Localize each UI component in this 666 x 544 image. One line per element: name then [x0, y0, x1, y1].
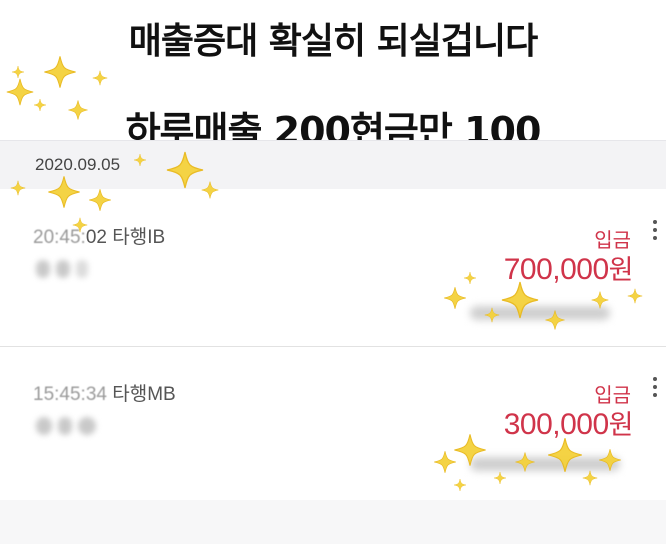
- sparkle-icon: [201, 181, 219, 199]
- sparkle-icon: [591, 291, 609, 309]
- sparkle-icon: [463, 271, 477, 285]
- sparkle-icon: [47, 175, 81, 209]
- sparkle-icon: [133, 153, 147, 167]
- sparkle-icon: [598, 448, 622, 472]
- sparkle-icon: [88, 188, 112, 212]
- sparkle-icon: [627, 288, 643, 304]
- sparkle-icon: [501, 281, 539, 319]
- sparkle-icon: [10, 180, 26, 196]
- sparkle-icon: [11, 65, 25, 79]
- sparkle-icon: [453, 478, 467, 492]
- sparkle-icon: [493, 471, 507, 485]
- sparkle-icon: [33, 98, 47, 112]
- sparkle-icon: [92, 70, 108, 86]
- sparkle-icon: [545, 309, 565, 331]
- sparkle-icon: [582, 470, 598, 486]
- sparkle-icon: [68, 100, 88, 120]
- sparkle-icon: [433, 450, 457, 474]
- sparkle-icon: [166, 151, 204, 189]
- sparkle-icon: [484, 307, 500, 323]
- sparkle-icon: [443, 286, 467, 310]
- sparkle-overlay: [6, 55, 643, 492]
- sparkle-icon: [43, 55, 77, 89]
- sparkle-icon: [72, 217, 88, 233]
- sparkle-icon: [6, 78, 34, 106]
- sparkle-icon: [547, 437, 583, 473]
- sparkle-icon: [453, 433, 487, 467]
- sparkle-icon: [515, 451, 535, 473]
